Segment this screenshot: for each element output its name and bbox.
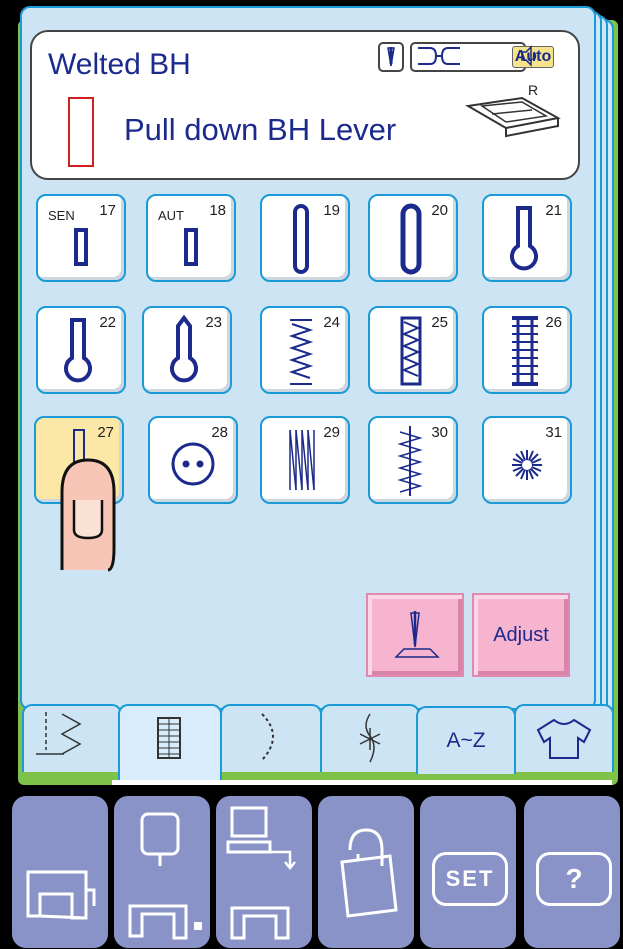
- adjust-label: Adjust: [493, 624, 549, 646]
- stitch-button-28[interactable]: 28: [148, 416, 238, 504]
- stitch-number: 31: [545, 424, 562, 441]
- computer-transfer-icon: [226, 806, 296, 940]
- applique-stitch-icon: [359, 713, 381, 763]
- set-mode-button[interactable]: SET: [420, 796, 516, 948]
- stitch-number: 23: [205, 314, 222, 331]
- tab-alphabet-label: A~Z: [446, 729, 486, 752]
- tab-decorative-stitches[interactable]: [220, 704, 322, 772]
- stitch-mode-label: AUT: [158, 208, 184, 223]
- stitch-number: 19: [323, 202, 340, 219]
- status-icons: Auto: [378, 42, 554, 72]
- stitch-number: 21: [545, 202, 562, 219]
- stitch-button-22[interactable]: 22: [36, 306, 126, 394]
- stitch-mode-label: SEN: [48, 208, 75, 223]
- stitch-button-29[interactable]: 29: [260, 416, 350, 504]
- needle-position-button[interactable]: [366, 593, 464, 677]
- tab-applique-stitches[interactable]: [320, 704, 420, 772]
- buttonhole-stitch-icon: [157, 717, 181, 759]
- shirt-icon: [536, 718, 592, 759]
- stitch-number: 30: [431, 424, 448, 441]
- stitch-button-24[interactable]: 24: [260, 306, 350, 394]
- stitch-number: 20: [431, 202, 448, 219]
- stitch-button-17[interactable]: SEN 17: [36, 194, 126, 282]
- sound-icon: [521, 45, 537, 67]
- stitch-button-21[interactable]: 21: [482, 194, 572, 282]
- stitch-number: 27: [97, 424, 114, 441]
- stitch-number: 18: [209, 202, 226, 219]
- bobbin-winder-button[interactable]: [114, 796, 210, 948]
- needle-icon: [378, 42, 404, 72]
- help-label: ?: [536, 852, 612, 906]
- help-button[interactable]: ?: [524, 796, 620, 948]
- needle-down-icon: [394, 611, 440, 658]
- buttonhole-size-indicator: [68, 97, 94, 167]
- message-title: Welted BH: [48, 48, 191, 81]
- home-button[interactable]: [12, 796, 108, 948]
- foot-label: R: [528, 82, 539, 98]
- pc-link-button[interactable]: [216, 796, 312, 948]
- stitch-button-31[interactable]: 31: [482, 416, 572, 504]
- stitch-number: 26: [545, 314, 562, 331]
- stitch-number: 25: [431, 314, 448, 331]
- message-instruction: Pull down BH Lever: [124, 112, 397, 147]
- stitch-button-19[interactable]: 19: [260, 194, 350, 282]
- tab-utility-stitches[interactable]: [22, 704, 122, 772]
- stitch-button-23[interactable]: 23: [142, 306, 232, 394]
- buttonhole-foot-icon: R: [462, 82, 568, 142]
- utility-stitch-icon: [36, 712, 82, 755]
- tab-alphabet[interactable]: A~Z: [416, 706, 516, 774]
- finger-pointer-icon: [46, 452, 126, 572]
- stitch-number: 17: [99, 202, 116, 219]
- stitch-button-20[interactable]: 20: [368, 194, 458, 282]
- memory-bag-button[interactable]: [318, 796, 414, 948]
- stitch-button-18[interactable]: AUT 18: [146, 194, 236, 282]
- twin-needle-icon: [418, 47, 460, 65]
- thread-spool-machine-icon: [128, 812, 202, 940]
- bag-icon: [340, 828, 398, 918]
- foot-status-box: Auto: [410, 42, 554, 72]
- adjust-button[interactable]: Adjust: [472, 593, 570, 677]
- stitch-button-25[interactable]: 25: [368, 306, 458, 394]
- tab-garment-stitches[interactable]: [514, 704, 614, 772]
- tab-buttonholes[interactable]: [118, 704, 222, 782]
- stitch-number: 28: [211, 424, 228, 441]
- divider: [112, 780, 612, 785]
- stitch-button-26[interactable]: 26: [482, 306, 572, 394]
- sewing-machine-icon: [26, 870, 96, 920]
- stitch-button-30[interactable]: 30: [368, 416, 458, 504]
- stitch-number: 22: [99, 314, 116, 331]
- stitch-number: 29: [323, 424, 340, 441]
- stitch-number: 24: [323, 314, 340, 331]
- decorative-stitch-icon: [261, 713, 274, 761]
- set-label: SET: [432, 852, 508, 906]
